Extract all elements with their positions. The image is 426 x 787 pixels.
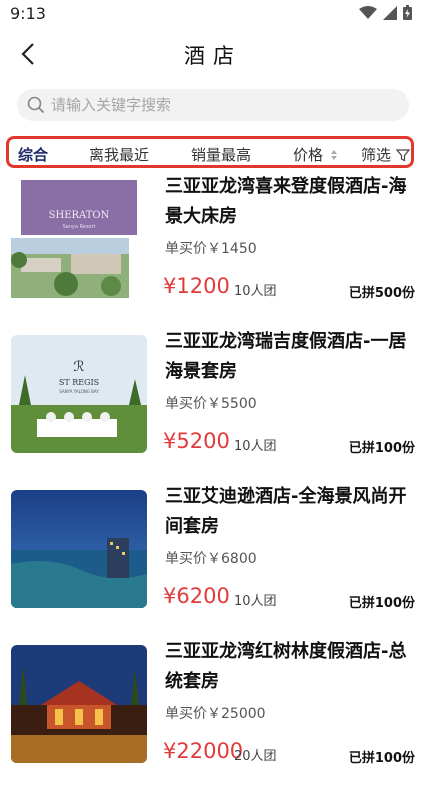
hotel-image: SHERATON Sanya Resort — [11, 180, 137, 298]
sold-count: 已拼100份 — [348, 596, 415, 611]
solo-price: 单买价￥6800 — [165, 551, 257, 567]
hotel-card[interactable]: ℛ ST REGIS SANYA YALONG BAY 三亚亚龙湾瑞吉度假酒店-… — [0, 327, 426, 477]
search-icon — [27, 96, 45, 114]
hotel-image-brand: ST REGIS — [59, 378, 99, 387]
svg-text:ℛ: ℛ — [73, 359, 84, 375]
group-price: ¥22000 — [163, 739, 244, 763]
filter-funnel-icon — [396, 148, 411, 161]
hotel-name: 三亚亚龙湾喜来登度假酒店-海景大床房 — [165, 176, 407, 227]
status-time: 9:13 — [10, 4, 46, 23]
group-price: ¥5200 — [163, 429, 230, 453]
hotel-image — [11, 490, 147, 608]
hotel-name: 三亚艾迪逊酒店-全海景风尚开间套房 — [165, 486, 407, 537]
filter-screen[interactable]: 筛选 — [361, 144, 411, 165]
group-price: ¥1200 — [163, 274, 230, 298]
search-bar[interactable] — [17, 89, 409, 121]
group-size: 20人团 — [234, 749, 277, 764]
hotel-card[interactable]: 三亚艾迪逊酒店-全海景风尚开间套房 单买价￥6800 ¥6200 10人团 已拼… — [0, 482, 426, 632]
filter-label: 价格 — [293, 146, 324, 164]
filter-comprehensive[interactable]: 综合 — [18, 144, 48, 165]
battery-icon — [403, 5, 412, 20]
sold-count: 已拼100份 — [348, 441, 415, 456]
solo-price: 单买价￥5500 — [165, 396, 257, 412]
hotel-image-subtext: SANYA YALONG BAY — [59, 389, 99, 394]
filter-label: 销量最高 — [191, 146, 252, 164]
app-header: 酒店 — [0, 30, 426, 78]
filter-price[interactable]: 价格 — [293, 144, 339, 165]
filter-bar: 综合 离我最近 销量最高 价格 筛选 — [6, 136, 414, 168]
hotel-name: 三亚亚龙湾瑞吉度假酒店-一居海景套房 — [165, 331, 407, 382]
hotel-image-brand: SHERATON — [49, 210, 110, 221]
group-size: 10人团 — [234, 594, 277, 609]
page-title: 酒店 — [184, 44, 242, 68]
status-icons — [359, 5, 412, 20]
hotel-name: 三亚亚龙湾红树林度假酒店-总统套房 — [165, 641, 407, 692]
group-size: 10人团 — [234, 439, 277, 454]
sold-count: 已拼500份 — [348, 286, 415, 301]
solo-price: 单买价￥25000 — [165, 706, 266, 722]
wifi-icon — [359, 5, 377, 19]
hotel-card[interactable]: 三亚亚龙湾红树林度假酒店-总统套房 单买价￥25000 ¥22000 20人团 … — [0, 637, 426, 787]
hotel-image: ℛ ST REGIS SANYA YALONG BAY — [11, 335, 147, 453]
filter-label: 离我最近 — [89, 146, 150, 164]
status-bar: 9:13 — [0, 0, 426, 28]
filter-label: 综合 — [18, 146, 49, 164]
hotel-card[interactable]: SHERATON Sanya Resort 三亚亚龙湾喜来登度假酒店-海景大床房… — [0, 172, 426, 322]
sort-arrows-icon — [331, 149, 338, 160]
hotel-image-subtext: Sanya Resort — [62, 224, 95, 230]
search-input[interactable] — [49, 95, 353, 115]
filter-nearest[interactable]: 离我最近 — [89, 144, 149, 165]
solo-price: 单买价￥1450 — [165, 241, 257, 257]
filter-label: 筛选 — [361, 146, 392, 164]
signal-icon — [383, 5, 397, 20]
group-price: ¥6200 — [163, 584, 230, 608]
filter-best-selling[interactable]: 销量最高 — [191, 144, 251, 165]
hotel-image — [11, 645, 147, 763]
group-size: 10人团 — [234, 284, 277, 299]
